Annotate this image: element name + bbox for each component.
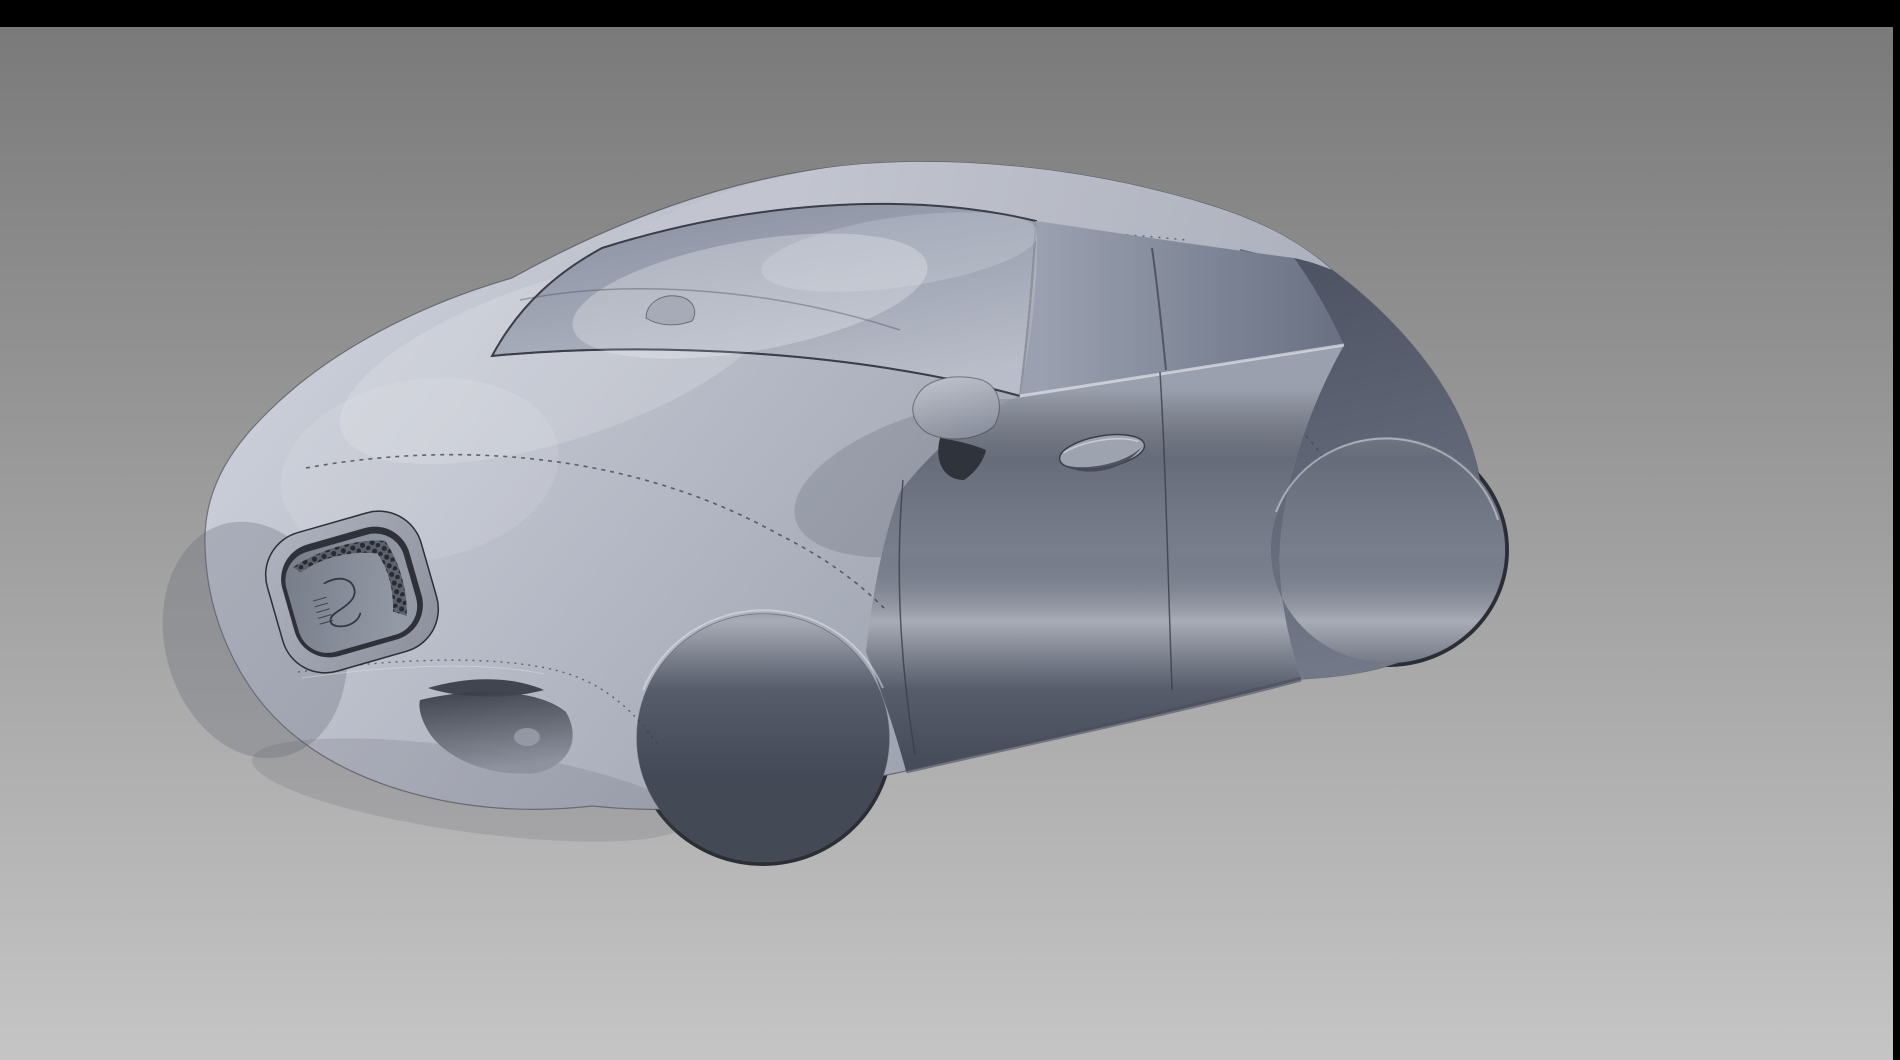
- fog-lamp: [514, 728, 540, 746]
- app-window: [0, 0, 1900, 1060]
- side-mirror: [913, 377, 1000, 439]
- render-canvas: [0, 0, 1900, 1060]
- letterbox-top-bar: [0, 0, 1900, 27]
- letterbox-right-bar: [1893, 0, 1900, 1060]
